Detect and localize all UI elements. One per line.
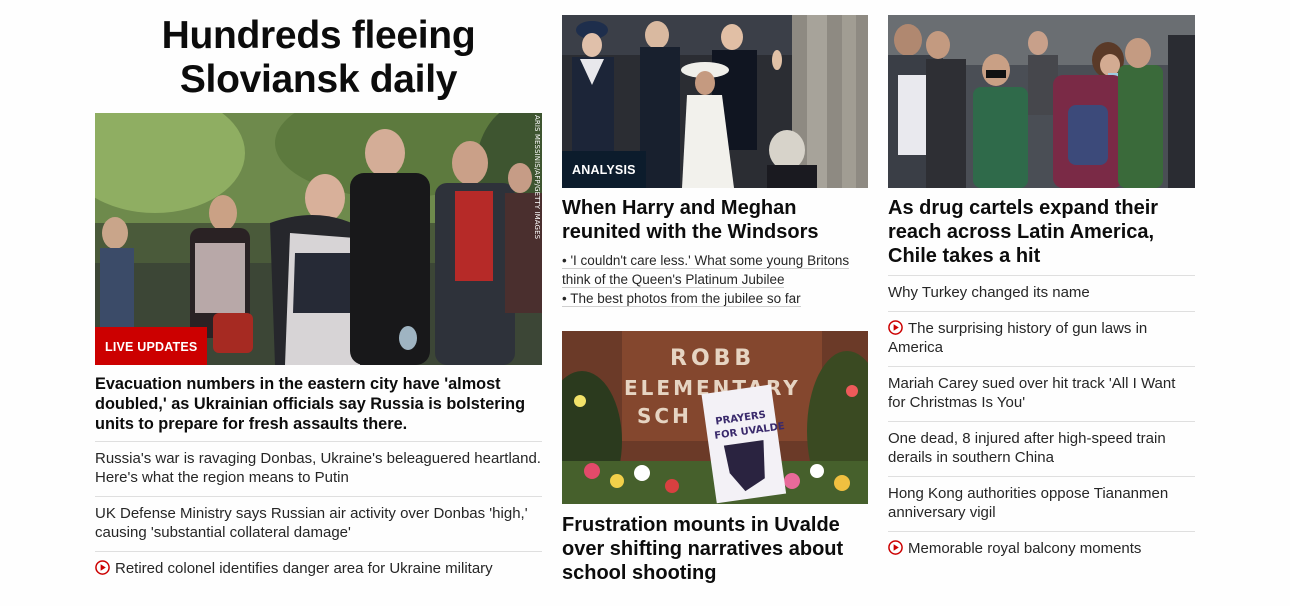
related-link[interactable]: Why Turkey changed its name [888, 284, 1090, 301]
list-item[interactable]: Russia's war is ravaging Donbas, Ukraine… [95, 441, 542, 496]
chile-cartels-image[interactable] [888, 15, 1195, 188]
related-link[interactable]: Memorable royal balcony moments [908, 540, 1141, 557]
lead-story-column: Hundreds fleeing Sloviansk daily ARIS ME… [95, 0, 542, 587]
uvalde-image[interactable]: ROBB ELEMENTARY SCH PRAYERS FOR UVALDE [562, 331, 868, 504]
right-story-column: As drug cartels expand their reach acros… [888, 0, 1195, 567]
sub-link[interactable]: • The best photos from the jubilee so fa… [562, 291, 801, 307]
middle-story-column: ANALYSIS When Harry and Meghan reunited … [562, 0, 868, 585]
list-item[interactable]: Memorable royal balcony moments [888, 531, 1195, 567]
list-item[interactable]: Hong Kong authorities oppose Tiananmen a… [888, 476, 1195, 531]
related-link[interactable]: Mariah Carey sued over hit track 'All I … [888, 375, 1175, 411]
lead-story-image[interactable]: ARIS MESSINIS/AFP/GETTY IMAGES LIVE UPDA… [95, 113, 542, 365]
related-link[interactable]: One dead, 8 injured after high-speed tra… [888, 430, 1166, 466]
list-item[interactable]: Why Turkey changed its name [888, 275, 1195, 311]
sub-link[interactable]: • 'I couldn't care less.' What some youn… [562, 253, 850, 288]
lead-related-links: Russia's war is ravaging Donbas, Ukraine… [95, 441, 542, 587]
uvalde-headline[interactable]: Frustration mounts in Uvalde over shifti… [562, 513, 868, 585]
chile-cartels-headline[interactable]: As drug cartels expand their reach acros… [888, 196, 1195, 268]
photo-credit: ARIS MESSINIS/AFP/GETTY IMAGES [533, 115, 541, 240]
related-link[interactable]: Russia's war is ravaging Donbas, Ukraine… [95, 450, 541, 486]
sign-text-robb: ROBB [670, 346, 755, 371]
lead-story-summary[interactable]: Evacuation numbers in the eastern city h… [95, 374, 542, 434]
list-item[interactable]: UK Defense Ministry says Russian air act… [95, 496, 542, 551]
video-play-icon [888, 320, 903, 335]
related-link[interactable]: Retired colonel identifies danger area f… [115, 560, 493, 577]
related-link[interactable]: UK Defense Ministry says Russian air act… [95, 505, 528, 541]
right-related-links: Why Turkey changed its name The surprisi… [888, 275, 1195, 567]
analysis-badge: ANALYSIS [562, 151, 646, 188]
chile-crowd-photo [888, 15, 1195, 188]
harry-meghan-headline[interactable]: When Harry and Meghan reunited with the … [562, 196, 868, 244]
live-updates-badge: LIVE UPDATES [95, 327, 208, 365]
list-item[interactable]: The surprising history of gun laws in Am… [888, 311, 1195, 366]
related-link[interactable]: The surprising history of gun laws in Am… [888, 320, 1147, 356]
lead-story-title[interactable]: Hundreds fleeing Sloviansk daily [95, 14, 542, 102]
related-link[interactable]: Hong Kong authorities oppose Tiananmen a… [888, 485, 1168, 521]
list-item[interactable]: Mariah Carey sued over hit track 'All I … [888, 366, 1195, 421]
uvalde-memorial-photo: ROBB ELEMENTARY SCH PRAYERS FOR UVALDE [562, 331, 868, 504]
harry-meghan-image[interactable]: ANALYSIS [562, 15, 868, 188]
video-play-icon [95, 560, 110, 575]
harry-meghan-sub-links: • 'I couldn't care less.' What some youn… [562, 251, 868, 308]
list-item[interactable]: One dead, 8 injured after high-speed tra… [888, 421, 1195, 476]
video-play-icon [888, 540, 903, 555]
sign-text-school: SCH [637, 404, 692, 428]
list-item[interactable]: Retired colonel identifies danger area f… [95, 551, 542, 587]
